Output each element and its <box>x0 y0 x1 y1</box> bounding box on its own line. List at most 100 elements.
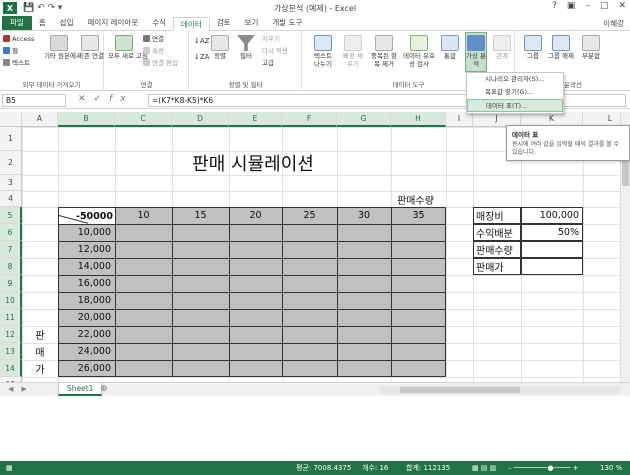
price-value-cell[interactable]: 10,000 <box>58 224 115 241</box>
clear-button[interactable]: 지우기 <box>262 35 280 44</box>
side-value-cell[interactable]: 50% <box>521 224 583 241</box>
ungroup-button[interactable]: 그룹 해제 <box>548 35 574 60</box>
row-header[interactable]: 13 <box>0 343 22 360</box>
access-button[interactable]: Access <box>3 35 34 44</box>
formula-buttons[interactable]: ✕✓fx <box>78 94 134 104</box>
row-header[interactable]: 2 <box>0 151 22 175</box>
view-buttons[interactable]: ▦ ▤ ▥ <box>472 461 496 475</box>
column-header[interactable]: D <box>172 112 229 127</box>
window-controls[interactable]: ? ▣ – ▢ ✕ <box>552 1 626 11</box>
tab-data[interactable]: 데이터 <box>173 17 210 31</box>
data-validation-button[interactable]: 데이터 유효성 검사 <box>403 35 435 68</box>
restore-icon[interactable]: ▢ <box>600 1 609 11</box>
minimize-icon[interactable]: – <box>585 1 590 11</box>
other-sources-button[interactable]: 기타 원본에서 <box>44 35 82 60</box>
remove-duplicates-button[interactable]: 중복된 항목 제거 <box>369 35 399 68</box>
text-button[interactable]: 텍스트 <box>3 59 30 68</box>
price-value-cell[interactable]: 14,000 <box>58 258 115 275</box>
price-value-cell[interactable]: 24,000 <box>58 343 115 360</box>
help-icon[interactable]: ? <box>552 1 557 11</box>
quantity-header-cell[interactable]: 35 <box>391 207 446 224</box>
menu-item-scenario-manager[interactable]: 시나리오 관리자(S)... <box>467 73 563 86</box>
subtotal-button[interactable]: 부분합 <box>578 35 604 60</box>
column-header[interactable]: H <box>391 112 446 127</box>
sort-az-icon[interactable]: ↓AZ <box>194 37 209 46</box>
price-value-cell[interactable]: 26,000 <box>58 360 115 377</box>
connections-button[interactable]: 연결 <box>143 35 164 44</box>
user-name[interactable]: 이혜강 <box>603 17 624 30</box>
quantity-header-cell[interactable]: 30 <box>337 207 391 224</box>
filter-button[interactable]: 필터 <box>236 35 256 60</box>
select-all-corner[interactable] <box>0 112 22 127</box>
row-header[interactable]: 1 <box>0 127 22 151</box>
consolidate-button[interactable]: 통합 <box>439 35 461 60</box>
menu-item-data-table[interactable]: 데이터 표(T)... <box>467 99 563 112</box>
sort-button[interactable]: 정렬 <box>210 35 230 60</box>
flash-fill-button[interactable]: 빠른 채우기 <box>341 35 365 68</box>
zoom-level[interactable]: 130 % <box>600 461 622 475</box>
row-header[interactable]: 3 <box>0 175 22 191</box>
quantity-header-cell[interactable]: 10 <box>115 207 172 224</box>
name-box[interactable]: B5 <box>2 94 66 107</box>
column-header[interactable]: G <box>337 112 391 127</box>
row-header[interactable]: 8 <box>0 258 22 275</box>
ribbon-display-icon[interactable]: ▣ <box>567 1 576 11</box>
price-value-cell[interactable]: 18,000 <box>58 292 115 309</box>
column-header[interactable]: A <box>22 112 58 127</box>
properties-button[interactable]: 속성 <box>143 47 164 56</box>
sheet-tab[interactable]: Sheet1 <box>58 383 103 396</box>
quantity-header-cell[interactable]: 15 <box>172 207 229 224</box>
column-header[interactable]: E <box>229 112 282 127</box>
close-icon[interactable]: ✕ <box>618 1 626 11</box>
quantity-header-cell[interactable]: 20 <box>229 207 282 224</box>
sheet-nav-arrows[interactable]: ◀▶ <box>8 385 35 393</box>
column-header[interactable]: I <box>446 112 473 127</box>
text-to-columns-button[interactable]: 텍스트 나누기 <box>311 35 335 68</box>
price-value-cell[interactable]: 12,000 <box>58 241 115 258</box>
side-value-cell[interactable]: 100,000 <box>521 207 583 224</box>
web-button[interactable]: 웹 <box>3 47 18 56</box>
price-value-cell[interactable]: 20,000 <box>58 309 115 326</box>
tab-file[interactable]: 파일 <box>2 16 32 30</box>
quantity-header-cell[interactable]: 25 <box>282 207 337 224</box>
zoom-slider[interactable]: – ────────●──── + <box>508 461 579 475</box>
tab-formulas[interactable]: 수식 <box>145 16 173 30</box>
row-header[interactable]: 4 <box>0 191 22 207</box>
price-value-cell[interactable]: 16,000 <box>58 275 115 292</box>
row-header[interactable]: 14 <box>0 360 22 377</box>
scroll-thumb[interactable] <box>400 387 520 393</box>
side-label-cell[interactable]: 판매수량 <box>473 241 521 258</box>
side-label-cell[interactable]: 판매가 <box>473 258 521 275</box>
group-button[interactable]: 그룹 <box>522 35 544 60</box>
tab-review[interactable]: 검토 <box>210 16 238 30</box>
sort-za-icon[interactable]: ↓ZA <box>194 53 209 62</box>
row-header[interactable]: 12 <box>0 326 22 343</box>
advanced-button[interactable]: 고급 <box>262 59 274 68</box>
existing-connections-button[interactable]: 기존 연결 <box>78 35 104 60</box>
side-label-cell[interactable]: 매장비 <box>473 207 521 224</box>
tab-home[interactable]: 홈 <box>32 16 53 30</box>
what-if-analysis-button[interactable]: 가상 분석 <box>465 32 487 72</box>
row-header[interactable]: 6 <box>0 224 22 241</box>
quick-access-toolbar[interactable]: 💾 ↶ ↷ ▾ <box>23 3 62 13</box>
price-value-cell[interactable]: 22,000 <box>58 326 115 343</box>
edit-links-button[interactable]: 연결 편집 <box>143 59 178 68</box>
tab-insert[interactable]: 삽입 <box>53 16 81 30</box>
column-header[interactable]: C <box>115 112 172 127</box>
side-value-cell[interactable] <box>521 241 583 258</box>
menu-item-goal-seek[interactable]: 목표값 찾기(G)... <box>467 86 563 99</box>
reapply-button[interactable]: 다시 적용 <box>262 47 288 56</box>
column-header[interactable]: F <box>282 112 337 127</box>
refresh-all-button[interactable]: 모두 새로 고침 <box>108 35 148 60</box>
row-header[interactable]: 11 <box>0 309 22 326</box>
column-header[interactable]: B <box>58 112 115 127</box>
horizontal-scrollbar[interactable] <box>380 386 620 394</box>
relationships-button[interactable]: 관계 <box>491 35 513 60</box>
side-value-cell[interactable] <box>521 258 583 275</box>
row-header[interactable]: 9 <box>0 275 22 292</box>
tab-view[interactable]: 보기 <box>238 16 266 30</box>
row-header[interactable]: 5 <box>0 207 22 224</box>
row-header[interactable]: 7 <box>0 241 22 258</box>
tab-page-layout[interactable]: 페이지 레이아웃 <box>81 16 146 30</box>
row-header[interactable]: 10 <box>0 292 22 309</box>
